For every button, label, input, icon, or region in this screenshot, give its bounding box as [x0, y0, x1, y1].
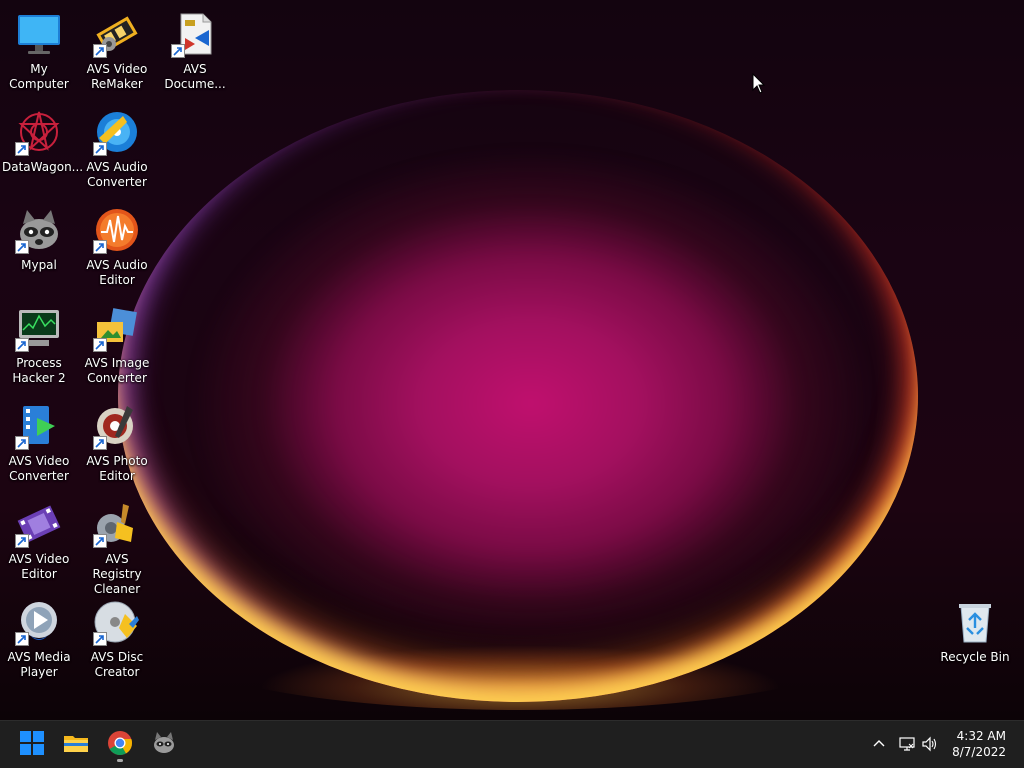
desktop-icon-label: Mypal: [21, 258, 57, 272]
shortcut-arrow-icon: [15, 240, 29, 254]
media-player-icon: [15, 598, 63, 646]
desktop-icon-avs-registry-cleaner[interactable]: AVS Registry Cleaner: [78, 494, 156, 596]
desktop-icon-label: AVS Photo Editor: [86, 454, 148, 483]
datawagon-icon: [15, 108, 63, 156]
desktop-icon-mypal[interactable]: Mypal: [0, 200, 78, 296]
desktop-icon-label: AVS Registry Cleaner: [92, 552, 142, 596]
shortcut-arrow-icon: [15, 142, 29, 156]
photo-editor-icon: [93, 402, 141, 450]
show-hidden-icons-button[interactable]: [870, 735, 888, 753]
desktop-icon-avs-video-remaker[interactable]: AVS Video ReMaker: [78, 4, 156, 100]
desktop-icon-datawagon[interactable]: DataWagon...: [0, 102, 84, 198]
desktop-icon-label: AVS Image Converter: [84, 356, 150, 385]
shortcut-arrow-icon: [93, 142, 107, 156]
network-button[interactable]: [898, 735, 916, 753]
shortcut-arrow-icon: [93, 534, 107, 548]
desktop-icon-label: DataWagon...: [2, 160, 84, 174]
desktop-icon-avs-disc-creator[interactable]: AVS Disc Creator: [78, 592, 156, 688]
desktop-icon-avs-document-converter[interactable]: AVS Docume...: [156, 4, 234, 100]
shortcut-arrow-icon: [93, 436, 107, 450]
network-icon: [898, 737, 916, 757]
folder-icon: [63, 730, 89, 760]
desktop-icon-label: AVS Docume...: [164, 62, 226, 91]
desktop-icon-avs-media-player[interactable]: AVS Media Player: [0, 592, 78, 688]
raccoon-icon: [151, 730, 177, 760]
system-clock[interactable]: 4:32 AM 8/7/2022: [934, 728, 1006, 760]
desktop-icon-avs-photo-editor[interactable]: AVS Photo Editor: [78, 396, 156, 492]
shortcut-arrow-icon: [15, 632, 29, 646]
desktop-icon-label: AVS Video Converter: [8, 454, 70, 483]
video-editor-icon: [15, 500, 63, 548]
shortcut-arrow-icon: [171, 44, 185, 58]
desktop-icon-avs-image-converter[interactable]: AVS Image Converter: [78, 298, 156, 394]
shortcut-arrow-icon: [15, 338, 29, 352]
desktop-icon-my-computer[interactable]: My Computer: [0, 4, 78, 100]
desktop-icon-avs-audio-converter[interactable]: AVS Audio Converter: [78, 102, 156, 198]
shortcut-arrow-icon: [93, 338, 107, 352]
desktop-icon-avs-video-converter[interactable]: AVS Video Converter: [0, 396, 78, 492]
shortcut-arrow-icon: [15, 534, 29, 548]
audio-converter-icon: [93, 108, 141, 156]
raccoon-icon: [15, 206, 63, 254]
desktop-icon-avs-audio-editor[interactable]: AVS Audio Editor: [78, 200, 156, 296]
taskbar-file-explorer-button[interactable]: [58, 727, 94, 763]
desktop-icon-label: AVS Audio Editor: [86, 258, 148, 287]
clock-date: 8/7/2022: [952, 745, 1006, 759]
desktop-icon-label: Recycle Bin: [940, 650, 1010, 664]
image-converter-icon: [93, 304, 141, 352]
audio-editor-icon: [93, 206, 141, 254]
desktop-icon-process-hacker[interactable]: Process Hacker 2: [0, 298, 78, 394]
video-remaker-icon: [93, 10, 141, 58]
disc-creator-icon: [93, 598, 141, 646]
shortcut-arrow-icon: [93, 44, 107, 58]
desktop-icon-label: My Computer: [9, 62, 69, 91]
shortcut-arrow-icon: [93, 632, 107, 646]
taskbar-chrome-button[interactable]: [102, 727, 138, 763]
video-converter-icon: [15, 402, 63, 450]
running-indicator: [117, 759, 123, 762]
wallpaper-ring: [118, 90, 918, 702]
chrome-icon: [107, 730, 133, 760]
mouse-cursor-icon: [752, 72, 766, 95]
recycle-bin-icon: [951, 598, 999, 646]
chevron-up-icon: [870, 738, 888, 757]
document-converter-icon: [171, 10, 219, 58]
registry-cleaner-icon: [93, 500, 141, 548]
clock-time: 4:32 AM: [956, 729, 1006, 743]
desktop-icon-label: AVS Video ReMaker: [86, 62, 148, 91]
desktop-icon-label: Process Hacker 2: [12, 356, 66, 385]
shortcut-arrow-icon: [93, 240, 107, 254]
taskbar: 4:32 AM 8/7/2022: [0, 720, 1024, 768]
desktop-icon-label: AVS Audio Converter: [86, 160, 148, 189]
taskbar-mypal-button[interactable]: [146, 727, 182, 763]
windows-logo-icon: [19, 730, 45, 760]
start-button[interactable]: [14, 727, 50, 763]
desktop-icon-label: AVS Video Editor: [8, 552, 70, 581]
desktop-icon-avs-video-editor[interactable]: AVS Video Editor: [0, 494, 78, 590]
desktop-icon-label: AVS Media Player: [7, 650, 71, 679]
desktop-icon-recycle-bin[interactable]: Recycle Bin: [936, 592, 1014, 688]
shortcut-arrow-icon: [15, 436, 29, 450]
desktop-icon-label: AVS Disc Creator: [90, 650, 144, 679]
process-hacker-icon: [15, 304, 63, 352]
monitor-icon: [15, 10, 63, 58]
